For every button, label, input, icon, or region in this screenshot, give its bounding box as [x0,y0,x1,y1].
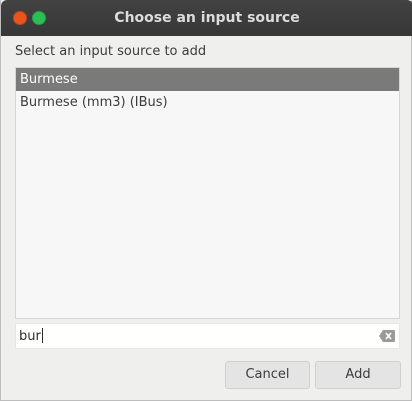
dialog-title: Choose an input source [114,10,300,26]
add-button[interactable]: Add [315,361,401,389]
search-text: bur [19,328,43,344]
list-item-burmese-mm3[interactable]: Burmese (mm3) (IBus) [16,91,399,114]
prompt-label: Select an input source to add [15,44,207,59]
input-source-dialog: Choose an input source Select an input s… [0,0,412,401]
list-item-burmese[interactable]: Burmese [16,68,399,91]
text-caret [41,328,43,343]
cancel-button[interactable]: Cancel [225,361,310,389]
title-bar: Choose an input source [1,0,412,36]
source-list[interactable]: Burmese Burmese (mm3) (IBus) [15,67,400,319]
search-value: bur [19,329,41,344]
search-input[interactable]: bur [15,323,400,349]
backspace-clear-icon[interactable] [379,330,395,342]
